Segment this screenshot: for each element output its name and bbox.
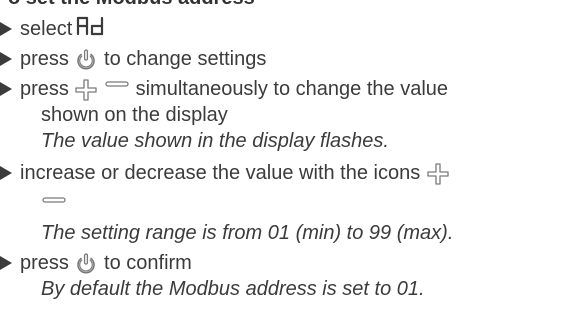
bullet-triangle-icon [0,256,12,270]
step-adjust-minus-row [0,188,67,214]
minus-icon [41,194,67,210]
bullet-triangle-icon [0,166,12,180]
step-confirm-label: press [20,252,69,274]
step-press-suffix: to change settings [104,48,267,70]
step-confirm: press to confirm [0,250,192,276]
step-press-label: press [20,48,69,70]
plus-icon [426,162,450,186]
note-default-address: By default the Modbus address is set to … [41,278,425,300]
step-adjust-label: increase or decrease the value with the … [20,162,421,184]
power-icon [74,252,98,276]
step-press-both-line2: shown on the display [41,104,228,126]
step-adjust: increase or decrease the value with the … [0,160,450,186]
note-setting-range: The setting range is from 01 (min) to 99… [41,222,454,244]
step-select-label: select [20,18,73,40]
step-press-both-suffix: simultaneously to change the value [135,78,449,100]
bullet-triangle-icon [0,52,12,66]
note-display-flashes: The value shown in the display flashes. [41,130,389,152]
step-confirm-suffix: to confirm [104,252,192,274]
bullet-triangle-icon [0,82,12,96]
plus-icon [74,78,98,102]
bullet-triangle-icon [0,22,12,36]
section-heading: o set the Modbus address [8,0,255,8]
seven-segment-ad-icon [76,16,106,43]
step-select: select [0,16,106,43]
step-press-power: press to change settings [0,46,266,72]
minus-icon [104,78,130,102]
step-press-both-label: press [20,78,69,100]
step-press-both: press simultaneously to change the value [0,76,448,102]
power-icon [74,48,98,72]
